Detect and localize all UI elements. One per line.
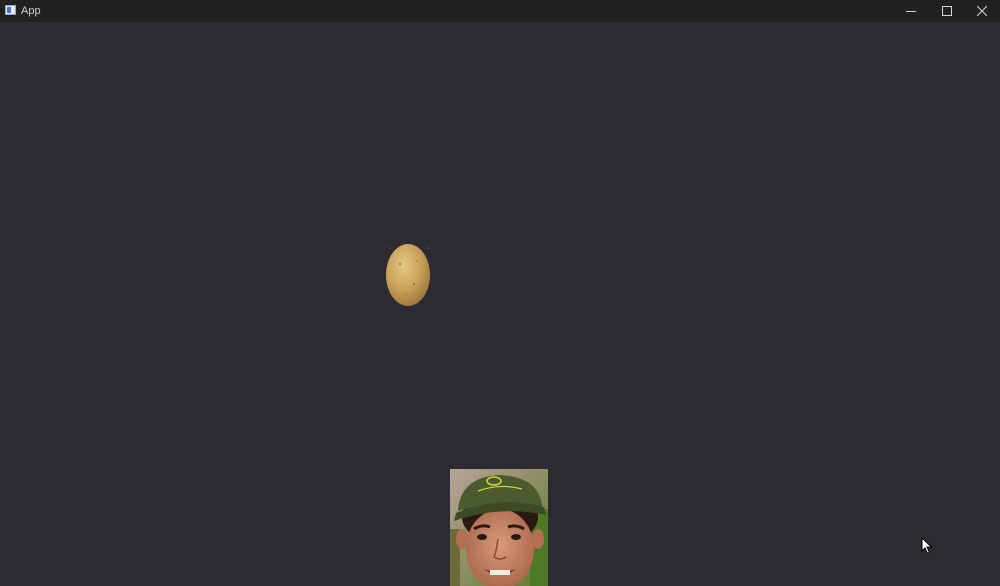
title-bar[interactable]: App	[0, 0, 1000, 22]
minimize-icon	[906, 11, 916, 12]
mouse-cursor-icon	[921, 537, 933, 555]
close-icon	[977, 6, 987, 16]
potato[interactable]	[384, 236, 432, 310]
close-button[interactable]	[964, 0, 1000, 22]
app-window: App	[0, 0, 1000, 586]
app-window-icon	[5, 5, 16, 15]
maximize-button[interactable]	[929, 0, 965, 22]
window-title: App	[21, 5, 41, 17]
maximize-icon	[942, 6, 952, 16]
player-face-photo	[450, 469, 548, 586]
minimize-button[interactable]	[893, 0, 929, 22]
